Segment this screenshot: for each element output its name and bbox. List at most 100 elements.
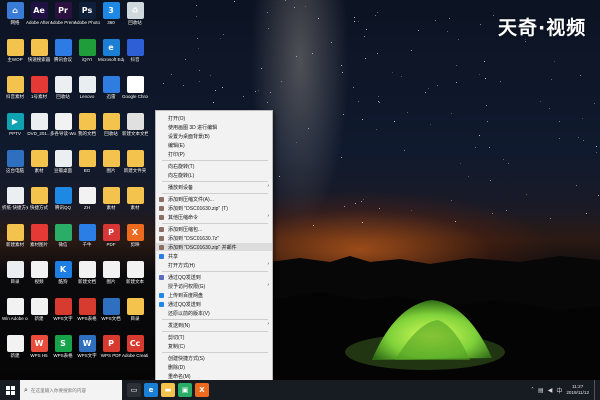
context-menu-item[interactable]: 其他压缩命令 › xyxy=(156,213,272,221)
desktop-icon[interactable]: 新建 xyxy=(26,298,52,321)
desktop-icon[interactable]: ⌂ 网络 xyxy=(2,2,28,25)
context-menu-item[interactable]: 授予访问权限(G) › xyxy=(156,282,272,290)
desktop-icon[interactable]: 素材 xyxy=(98,187,124,210)
desktop-icon[interactable]: 目录 xyxy=(2,261,28,284)
desktop-icon[interactable]: eMicrosoft Edge xyxy=(98,39,124,62)
desktop-icon[interactable]: 新建素材 xyxy=(2,224,28,247)
desktop-icon[interactable]: X 剪映 xyxy=(122,224,148,247)
taskbar-app-edge[interactable]: e xyxy=(144,383,158,397)
desktop-icon[interactable]: W WPS文字 xyxy=(74,335,100,358)
desktop-icon[interactable]: WPS文档 xyxy=(98,298,124,321)
desktop-icon[interactable]: 微信 xyxy=(50,224,76,247)
desktop-icon[interactable]: 回收站 xyxy=(98,113,124,136)
desktop-icon[interactable]: P PDF xyxy=(98,224,124,247)
desktop-icon[interactable]: 新建文本 xyxy=(122,261,148,284)
context-menu-item[interactable]: 通过QQ发送到 xyxy=(156,300,272,308)
desktop-icon[interactable]: 1号素材 xyxy=(26,76,52,99)
input-method-icon[interactable]: 中 xyxy=(556,386,562,395)
context-menu-item[interactable]: 通过QQ发送到 xyxy=(156,273,272,281)
context-menu-item[interactable]: 添加到 "DSC01630.zip" (T) xyxy=(156,204,272,212)
taskbar-search-box[interactable]: ⌕ xyxy=(20,380,122,400)
desktop-icon[interactable]: 快速搜索器 xyxy=(26,39,52,62)
context-menu-item[interactable]: 添加到 "DSC01630.7z" xyxy=(156,234,272,242)
desktop-icon[interactable]: 3 360 xyxy=(98,2,124,25)
desktop-icon[interactable]: ▶ PPTV xyxy=(2,113,28,136)
context-menu-item[interactable]: 创建快捷方式(S) xyxy=(156,354,272,362)
desktop-icon[interactable]: 快捷方式 xyxy=(26,187,52,210)
desktop-icon[interactable]: 抖音素材 xyxy=(2,76,28,99)
show-desktop-button[interactable] xyxy=(594,380,600,400)
desktop-icon[interactable]: Win Adobe cc 2019 xyxy=(2,298,28,321)
taskbar-clock[interactable]: 11:27 2019/11/12 xyxy=(566,384,589,396)
context-menu-item[interactable]: 设置为桌面背景(B) xyxy=(156,132,272,140)
context-menu-item[interactable]: 添加到压缩包... xyxy=(156,225,272,233)
desktop-icon[interactable]: 素材 xyxy=(122,187,148,210)
search-input[interactable] xyxy=(30,387,111,393)
context-menu-item[interactable]: 重命名(M) xyxy=(156,372,272,380)
desktop-icon[interactable]: iQIYI xyxy=(74,39,100,62)
context-menu-item[interactable]: 打开(O) xyxy=(156,114,272,122)
desktop-icon[interactable]: 目录 xyxy=(122,298,148,321)
taskbar-app-file-explorer[interactable]: ▬ xyxy=(161,383,175,397)
desktop-icon[interactable]: 腾讯QQ xyxy=(50,187,76,210)
context-menu-item[interactable]: 复制(C) xyxy=(156,342,272,350)
desktop-icon[interactable]: 千牛 xyxy=(74,224,100,247)
desktop-icon[interactable]: DVD_201... xyxy=(26,113,52,136)
taskbar-app-task-view[interactable]: ▭ xyxy=(127,383,141,397)
context-menu-item[interactable]: 添加到压缩文件(A)... xyxy=(156,195,272,203)
desktop-icon[interactable]: Lenovo xyxy=(74,76,100,99)
desktop-icon[interactable]: 素材图片 xyxy=(26,224,52,247)
desktop-icon[interactable]: 我的文档 xyxy=(74,113,100,136)
taskbar-app-app-green[interactable]: ▣ xyxy=(178,383,192,397)
desktop-icon[interactable]: 图片 xyxy=(98,150,124,173)
desktop-icon[interactable]: 素材 xyxy=(26,150,52,173)
desktop-icon[interactable]: K 酷狗 xyxy=(50,261,76,284)
context-menu-item[interactable]: 向左旋转(L) xyxy=(156,171,272,179)
chevron-up-icon[interactable]: ˄ xyxy=(531,387,534,394)
context-menu-item[interactable]: 编辑(E) xyxy=(156,141,272,149)
context-menu-item[interactable]: 使用画图 3D 进行编辑 xyxy=(156,123,272,131)
desktop-icon[interactable]: PrAdobe Premiere P... xyxy=(50,2,76,25)
context-menu-item[interactable]: 还原以前的版本(V) xyxy=(156,309,272,317)
desktop-icon[interactable]: AeAdobe After Effects CC 2019 xyxy=(26,2,52,25)
desktop-icon[interactable]: BG xyxy=(74,150,100,173)
desktop-icon[interactable]: CcAdobe Creati... xyxy=(122,335,148,358)
context-menu-item[interactable]: 共享 xyxy=(156,252,272,260)
volume-icon[interactable]: ◀ xyxy=(548,387,553,394)
context-menu-item[interactable]: 添加到 "DSC01630.zip" 并邮件 xyxy=(156,243,272,251)
context-menu-item[interactable]: 删除(D) xyxy=(156,363,272,371)
desktop-icon[interactable]: S WPS表格 xyxy=(50,335,76,358)
network-icon[interactable]: ▤ xyxy=(538,387,544,394)
desktop-icon[interactable]: 多各导读-Word xyxy=(50,113,76,136)
context-menu-item[interactable]: 打印(P) xyxy=(156,150,272,158)
context-menu-item[interactable]: 向右旋转(T) xyxy=(156,162,272,170)
desktop-icon[interactable]: 抖音 xyxy=(122,39,148,62)
desktop-icon[interactable]: 主WOP xyxy=(2,39,28,62)
desktop-icon[interactable]: ZH xyxy=(74,187,100,210)
context-menu-item[interactable]: 发送到(N) › xyxy=(156,321,272,329)
desktop-icon[interactable]: P WPS PDF xyxy=(98,335,124,358)
desktop-icon[interactable]: 新建 xyxy=(2,335,28,358)
desktop-icon[interactable]: 折纸·快捷方式 xyxy=(2,187,28,210)
context-menu-item[interactable]: 剪切(T) xyxy=(156,333,272,341)
taskbar-app-app-orange[interactable]: X xyxy=(195,383,209,397)
context-menu-item[interactable]: 打开方式(H) › xyxy=(156,261,272,269)
desktop-icon[interactable]: ♻ 回收站 xyxy=(122,2,148,25)
desktop-icon[interactable]: WPS文字 xyxy=(50,298,76,321)
desktop-icon[interactable]: 新建文本文档 xyxy=(122,113,148,136)
desktop-icon[interactable]: ◎Google Chrome xyxy=(122,76,148,99)
desktop-icon[interactable]: 新建文档 xyxy=(74,261,100,284)
desktop-icon[interactable]: 豆瓣桌面 xyxy=(50,150,76,173)
context-menu-item[interactable]: 上传到百度网盘 xyxy=(156,291,272,299)
desktop-icon[interactable]: 这台电脑 xyxy=(2,150,28,173)
desktop-icon[interactable]: PsAdobe Photosh... xyxy=(74,2,100,25)
desktop-icon[interactable]: 图片 xyxy=(98,261,124,284)
desktop-icon[interactable]: W WPS H5 xyxy=(26,335,52,358)
context-menu-item[interactable]: 播放到设备 › xyxy=(156,183,272,191)
desktop-icon[interactable]: 迅雷 xyxy=(98,76,124,99)
start-button[interactable] xyxy=(0,380,20,400)
desktop-icon[interactable]: 视频 xyxy=(26,261,52,284)
desktop-icon[interactable]: 腾讯会议 xyxy=(50,39,76,62)
desktop-icon[interactable]: WPS表格 xyxy=(74,298,100,321)
desktop-icon[interactable]: 新建文件夹 xyxy=(122,150,148,173)
